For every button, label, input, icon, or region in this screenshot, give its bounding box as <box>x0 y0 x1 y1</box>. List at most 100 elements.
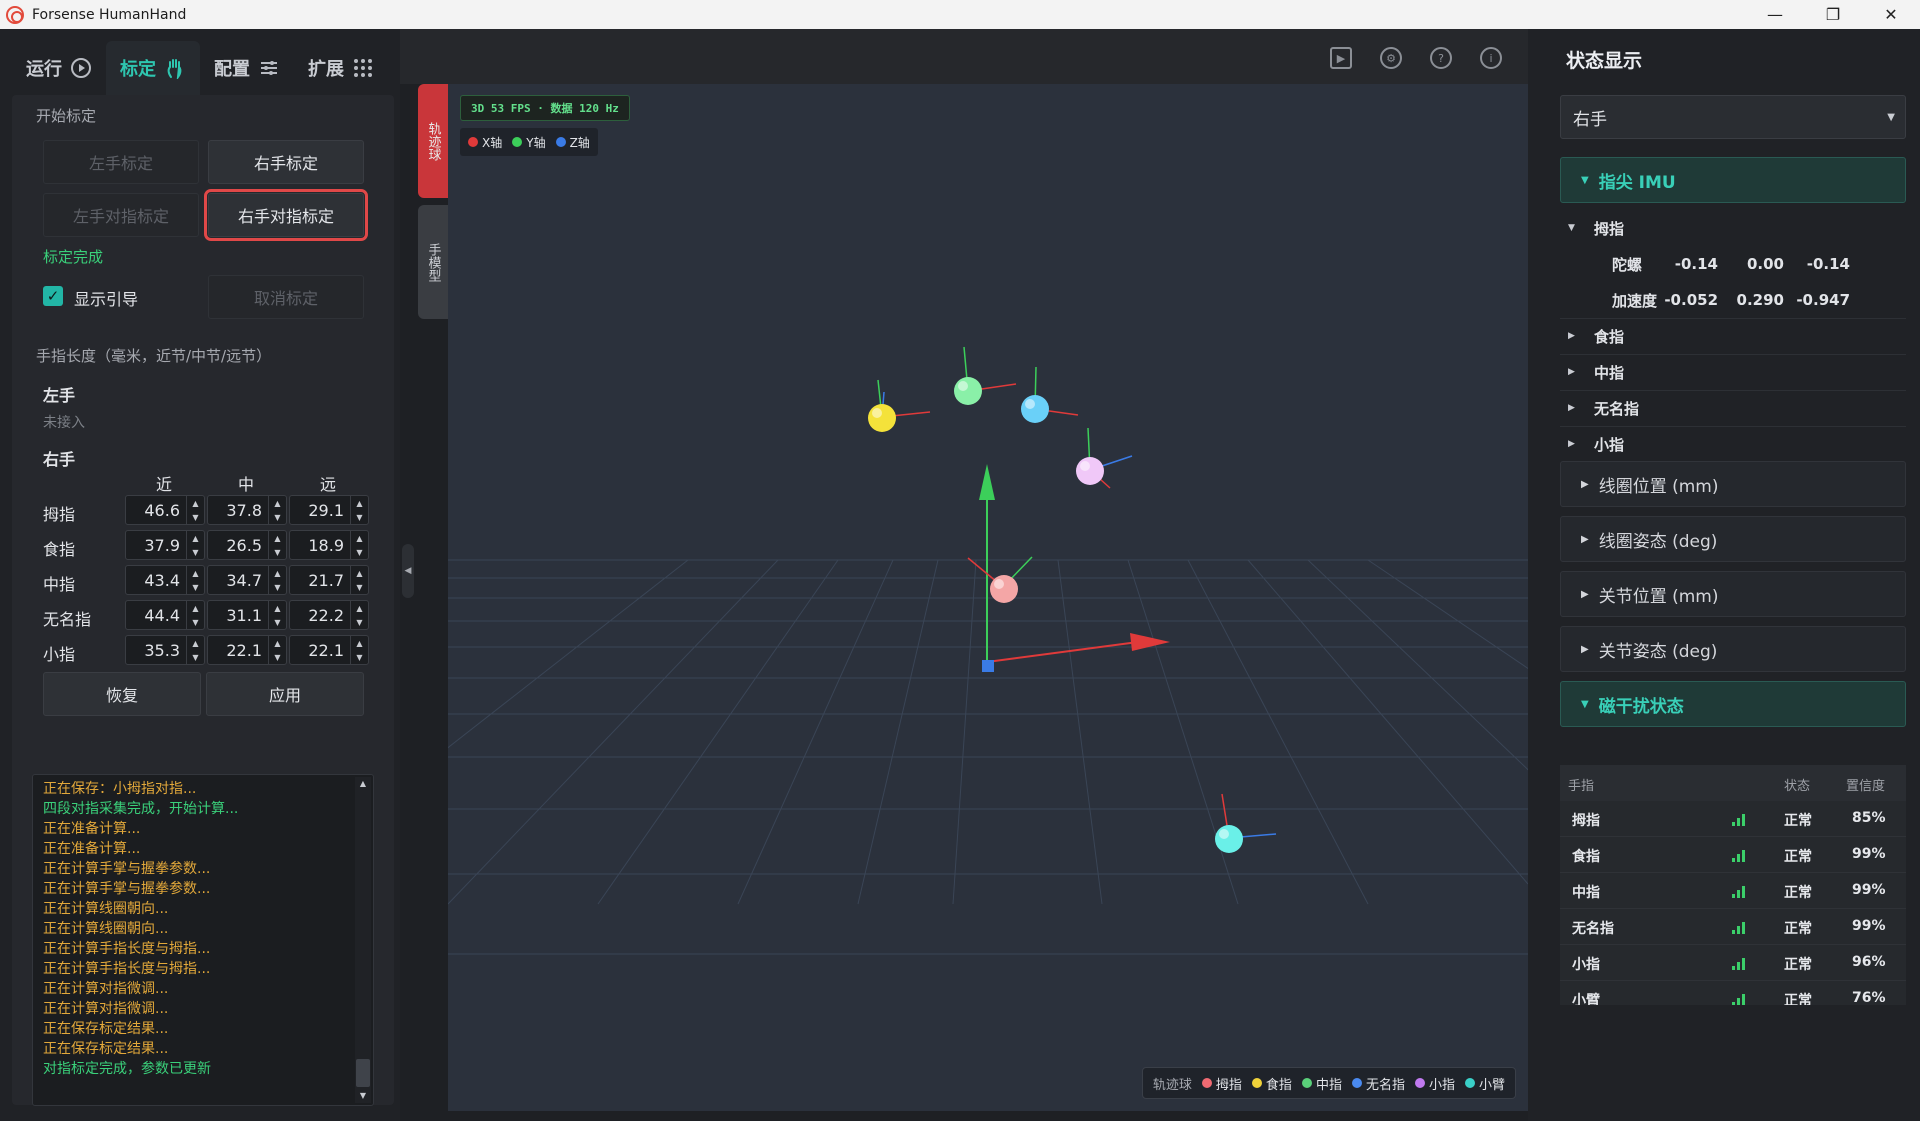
middle-middle-spinbox[interactable]: 34.7 ▲ ▼ <box>207 565 287 595</box>
viewport-toolbar: ▶ ⚙ ? i <box>400 29 1528 84</box>
spin-down-icon[interactable]: ▼ <box>269 615 286 629</box>
thumb-middle-spinbox[interactable]: 37.8 ▲ ▼ <box>207 495 287 525</box>
imu-tree-item-thumb[interactable]: ▼ 拇指 <box>1560 210 1624 246</box>
thumb-dot-icon <box>1201 1078 1212 1088</box>
log-line: 正在计算对指微调... <box>43 981 169 997</box>
ring-middle-spinbox[interactable]: 31.1 ▲ ▼ <box>207 600 287 630</box>
imu-tree-item-index[interactable]: ▶ 食指 <box>1560 318 1624 354</box>
hand-select[interactable]: 右手 ▼ <box>1560 95 1906 139</box>
spin-down-icon[interactable]: ▼ <box>269 580 286 594</box>
spin-up-icon[interactable]: ▲ <box>351 601 368 615</box>
spin-up-icon[interactable]: ▲ <box>351 566 368 580</box>
info-icon[interactable]: i <box>1480 47 1502 69</box>
spin-down-icon[interactable]: ▼ <box>351 615 368 629</box>
thumb-proximal-spinbox[interactable]: 46.6 ▲ ▼ <box>125 495 205 525</box>
spin-down-icon[interactable]: ▼ <box>187 580 204 594</box>
tab-extend[interactable]: 扩展 <box>294 41 388 95</box>
scroll-down-icon[interactable]: ▼ <box>355 1089 371 1103</box>
finger-name: 中指 <box>43 575 76 594</box>
imu-group-header[interactable]: ▼ 指尖 IMU <box>1560 157 1906 203</box>
spin-up-icon[interactable]: ▲ <box>187 496 204 510</box>
left-hand-calibrate-button[interactable]: 左手标定 <box>43 140 199 184</box>
maximize-button[interactable]: ❐ <box>1804 0 1862 29</box>
index-distal-spinbox[interactable]: 18.9 ▲ ▼ <box>289 530 369 560</box>
spin-up-icon[interactable]: ▲ <box>351 531 368 545</box>
spin-up-icon[interactable]: ▲ <box>351 636 368 650</box>
spin-up-icon[interactable]: ▲ <box>269 531 286 545</box>
spin-up-icon[interactable]: ▲ <box>187 636 204 650</box>
ring-distal-spinbox[interactable]: 22.2 ▲ ▼ <box>289 600 369 630</box>
minimize-button[interactable]: — <box>1746 0 1804 29</box>
table-row: 拇指 正常 85% <box>1560 801 1906 837</box>
index-proximal-spinbox[interactable]: 37.9 ▲ ▼ <box>125 530 205 560</box>
spin-down-icon[interactable]: ▼ <box>187 615 204 629</box>
settings-icon[interactable]: ⚙ <box>1380 47 1402 69</box>
spin-up-icon[interactable]: ▲ <box>269 496 286 510</box>
y-axis-dot-icon <box>512 137 523 147</box>
spin-up-icon[interactable]: ▲ <box>187 531 204 545</box>
spin-down-icon[interactable]: ▼ <box>351 510 368 524</box>
log-scrollbar[interactable]: ▲ ▼ <box>355 777 371 1103</box>
imu-tree-item-little[interactable]: ▶ 小指 <box>1560 426 1624 453</box>
tree-collapsed-icon: ▶ <box>1568 403 1575 413</box>
spin-down-icon[interactable]: ▼ <box>269 510 286 524</box>
right-pinch-calibrate-button[interactable]: 右手对指标定 <box>204 189 368 241</box>
joint-attitude-group-header[interactable]: ▶ 关节姿态 (deg) <box>1560 626 1906 672</box>
tab-run[interactable]: 运行 <box>12 41 106 95</box>
spin-up-icon[interactable]: ▲ <box>187 601 204 615</box>
tab-calibrate[interactable]: 标定 <box>106 41 200 95</box>
trackball-legend-title: 轨迹球 <box>1152 1077 1192 1093</box>
little-middle-spinbox[interactable]: 22.1 ▲ ▼ <box>207 635 287 665</box>
joint-position-group-header[interactable]: ▶ 关节位置 (mm) <box>1560 571 1906 617</box>
restore-button[interactable]: 恢复 <box>43 672 201 716</box>
cancel-calibration-button[interactable]: 取消标定 <box>208 275 364 319</box>
imu-tree-item-ring[interactable]: ▶ 无名指 <box>1560 390 1639 426</box>
magnetic-interference-group-header[interactable]: ▼ 磁干扰状态 <box>1560 681 1906 727</box>
spin-up-icon[interactable]: ▲ <box>187 566 204 580</box>
thumb-distal-spinbox[interactable]: 29.1 ▲ ▼ <box>289 495 369 525</box>
spin-up-icon[interactable]: ▲ <box>351 496 368 510</box>
help-icon[interactable]: ? <box>1430 47 1452 69</box>
little-distal-spinbox[interactable]: 22.1 ▲ ▼ <box>289 635 369 665</box>
log-line: 四段对指采集完成，开始计算... <box>43 801 239 817</box>
middle-distal-spinbox[interactable]: 21.7 ▲ ▼ <box>289 565 369 595</box>
column-header-distal: 远 <box>320 475 337 494</box>
spin-down-icon[interactable]: ▼ <box>187 510 204 524</box>
spin-up-icon[interactable]: ▲ <box>269 566 286 580</box>
scroll-thumb[interactable] <box>356 1059 370 1087</box>
close-button[interactable]: ✕ <box>1862 0 1920 29</box>
coil-attitude-group-header[interactable]: ▶ 线圈姿态 (deg) <box>1560 516 1906 562</box>
scroll-up-icon[interactable]: ▲ <box>355 777 371 791</box>
grid-icon <box>354 59 372 77</box>
middle-proximal-spinbox[interactable]: 43.4 ▲ ▼ <box>125 565 205 595</box>
spin-down-icon[interactable]: ▼ <box>351 545 368 559</box>
apply-button[interactable]: 应用 <box>206 672 364 716</box>
spin-up-icon[interactable]: ▲ <box>269 636 286 650</box>
calibration-log[interactable]: 正在保存：小拇指对指... 四段对指采集完成，开始计算... 正在准备计算... 正在… <box>32 774 374 1106</box>
spin-down-icon[interactable]: ▼ <box>351 650 368 664</box>
spin-down-icon[interactable]: ▼ <box>269 650 286 664</box>
spin-down-icon[interactable]: ▼ <box>269 545 286 559</box>
index-middle-spinbox[interactable]: 26.5 ▲ ▼ <box>207 530 287 560</box>
chevron-right-icon: ▶ <box>1581 533 1589 545</box>
side-tab-hand-model[interactable]: 手模型 <box>418 205 448 319</box>
side-tab-trackball[interactable]: 轨迹球 <box>418 84 448 198</box>
ring-proximal-spinbox[interactable]: 44.4 ▲ ▼ <box>125 600 205 630</box>
spin-down-icon[interactable]: ▼ <box>187 545 204 559</box>
spin-up-icon[interactable]: ▲ <box>269 601 286 615</box>
imu-tree-item-middle[interactable]: ▶ 中指 <box>1560 354 1624 390</box>
spin-down-icon[interactable]: ▼ <box>351 580 368 594</box>
spin-down-icon[interactable]: ▼ <box>187 650 204 664</box>
magnetic-interference-table: 手指 状态 置信度 拇指 正常 85% 食指 正常 99% 中指 正常 99% … <box>1560 765 1906 1005</box>
status-bar <box>400 1111 1528 1121</box>
3d-viewport[interactable]: 3D 53 FPS · 数据 120 Hz X轴 Y轴 Z轴 轨迹球 拇指 食指… <box>448 84 1528 1111</box>
left-panel-collapse-handle[interactable]: ◀ <box>402 544 414 598</box>
screen-record-icon[interactable]: ▶ <box>1330 47 1352 69</box>
left-panel: 运行 标定 配置 扩展 开始标定 左手标定 右手标定 左手对指标定 右手对指标定… <box>0 29 414 1121</box>
little-proximal-spinbox[interactable]: 35.3 ▲ ▼ <box>125 635 205 665</box>
left-pinch-calibrate-button[interactable]: 左手对指标定 <box>43 193 199 237</box>
show-guide-checkbox[interactable]: ✓ <box>43 286 63 306</box>
right-hand-calibrate-button[interactable]: 右手标定 <box>208 140 364 184</box>
coil-position-group-header[interactable]: ▶ 线圈位置 (mm) <box>1560 461 1906 507</box>
tab-config[interactable]: 配置 <box>200 41 294 95</box>
